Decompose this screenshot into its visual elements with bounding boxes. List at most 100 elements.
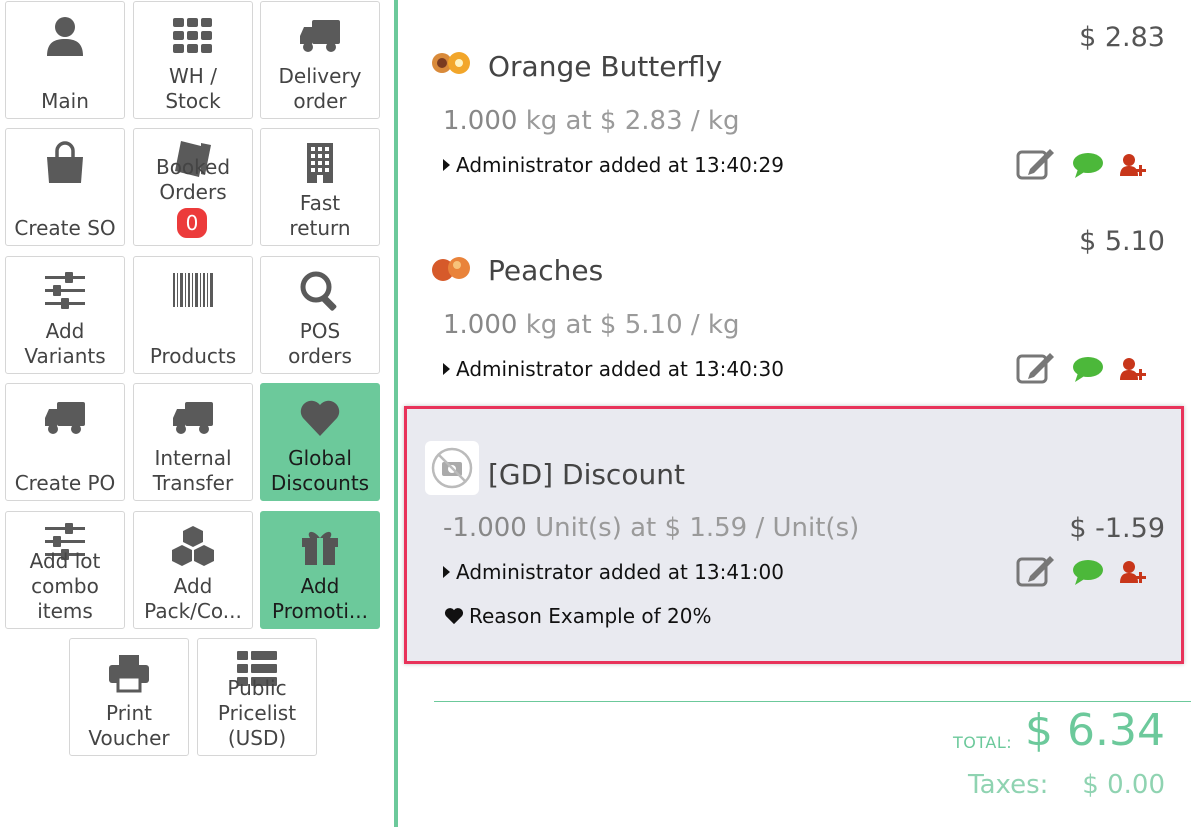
line-added-info[interactable]: Administrator added at 13:40:30 (443, 357, 784, 381)
product-thumbnail (428, 245, 474, 291)
cubes-icon (134, 522, 252, 570)
create-po-button[interactable]: Create PO (5, 383, 125, 501)
caret-right-icon (443, 363, 450, 375)
added-text: Administrator added at 13:41:00 (456, 560, 784, 584)
line-actions (1016, 351, 1156, 387)
add-variants-button[interactable]: Add Variants (5, 256, 125, 374)
product-name: Orange Butterfly (488, 50, 723, 83)
assign-user-icon[interactable] (1120, 357, 1148, 385)
shopping-bag-icon (6, 139, 124, 187)
search-icon (261, 267, 379, 315)
delivery-order-button[interactable]: Delivery order (260, 1, 380, 119)
totals-separator (434, 701, 1191, 702)
line-actions (1016, 554, 1156, 590)
assign-user-icon[interactable] (1120, 560, 1148, 588)
qty-value: 1.000 (443, 310, 518, 340)
booked-orders-count-badge: 0 (175, 206, 209, 240)
fast-return-button[interactable]: Fast return (260, 128, 380, 246)
qty-unit-price: Unit(s) at $ 1.59 / Unit(s) (526, 513, 860, 543)
public-pricelist-label: Public Pricelist (USD) (217, 676, 297, 750)
main-label: Main (41, 89, 89, 113)
truck-icon (261, 12, 379, 60)
building-icon (261, 139, 379, 187)
global-discounts-label: Global Discounts (270, 446, 370, 495)
line-quantity: 1.000 kg at $ 2.83 / kg (443, 106, 739, 136)
print-voucher-label: Print Voucher (88, 701, 170, 750)
main-button[interactable]: Main (5, 1, 125, 119)
create-po-label: Create PO (14, 471, 116, 495)
booked-orders-label: Booked Orders (155, 155, 231, 204)
order-panel: Orange Butterfly $ 2.83 1.000 kg at $ 2.… (398, 0, 1191, 827)
print-voucher-button[interactable]: Print Voucher (69, 638, 189, 756)
wh-stock-label: WH / Stock (165, 64, 221, 113)
comment-icon[interactable] (1072, 355, 1104, 387)
add-pack-button[interactable]: Add Pack/Co... (133, 511, 253, 629)
add-promotion-button[interactable]: Add Promoti... (260, 511, 380, 629)
products-label: Products (149, 344, 237, 368)
line-added-info[interactable]: Administrator added at 13:41:00 (443, 560, 784, 584)
total-label: TOTAL: (953, 733, 1013, 752)
order-line[interactable]: Orange Butterfly $ 2.83 1.000 kg at $ 2.… (398, 0, 1191, 200)
create-so-label: Create SO (14, 216, 116, 240)
public-pricelist-button[interactable]: Public Pricelist (USD) (197, 638, 317, 756)
grid-icon (134, 12, 252, 60)
wh-stock-button[interactable]: WH / Stock (133, 1, 253, 119)
line-added-info[interactable]: Administrator added at 13:40:29 (443, 153, 784, 177)
edit-icon[interactable] (1016, 554, 1056, 592)
heart-icon (444, 608, 464, 625)
sliders-icon (6, 267, 124, 315)
line-actions (1016, 147, 1156, 183)
action-button-grid: Main WH / Stock Delivery order Create SO… (0, 0, 394, 827)
edit-icon[interactable] (1016, 351, 1056, 389)
qty-value: 1.000 (443, 106, 518, 136)
product-thumbnail (428, 40, 474, 86)
discount-reason: Reason Example of 20% (443, 604, 711, 628)
qty-unit-price: kg at $ 5.10 / kg (517, 310, 740, 340)
caret-right-icon (443, 159, 450, 171)
pos-orders-label: POS orders (288, 319, 352, 368)
no-image-icon (425, 441, 479, 495)
delivery-order-label: Delivery order (278, 64, 362, 113)
create-so-button[interactable]: Create SO (5, 128, 125, 246)
reason-text: Reason Example of 20% (469, 604, 712, 628)
pos-orders-button[interactable]: POS orders (260, 256, 380, 374)
truck-icon (134, 394, 252, 442)
line-price: $ -1.59 (1069, 513, 1165, 544)
comment-icon[interactable] (1072, 558, 1104, 590)
products-button[interactable]: Products (133, 256, 253, 374)
fast-return-label: Fast return (289, 191, 351, 240)
printer-icon (70, 649, 188, 697)
edit-icon[interactable] (1016, 147, 1056, 185)
heart-icon (261, 394, 379, 442)
total-value: $ 6.34 (1025, 705, 1165, 756)
add-promotion-label: Add Promoti... (272, 574, 368, 623)
global-discounts-button[interactable]: Global Discounts (260, 383, 380, 501)
add-variants-label: Add Variants (24, 319, 106, 368)
internal-transfer-button[interactable]: Internal Transfer (133, 383, 253, 501)
comment-icon[interactable] (1072, 151, 1104, 183)
line-quantity: 1.000 kg at $ 5.10 / kg (443, 310, 739, 340)
caret-right-icon (443, 566, 450, 578)
add-lot-combo-button[interactable]: Add lot combo items (5, 511, 125, 629)
order-line-selected[interactable]: [GD] Discount -1.000 Unit(s) at $ 1.59 /… (398, 400, 1191, 670)
user-icon (6, 12, 124, 60)
truck-icon (6, 394, 124, 442)
add-pack-label: Add Pack/Co... (144, 574, 242, 623)
line-quantity: -1.000 Unit(s) at $ 1.59 / Unit(s) (443, 513, 859, 543)
added-text: Administrator added at 13:40:30 (456, 357, 784, 381)
qty-value: -1.000 (443, 513, 527, 543)
gift-icon (261, 522, 379, 570)
internal-transfer-label: Internal Transfer (152, 446, 234, 495)
assign-user-icon[interactable] (1120, 153, 1148, 181)
product-name: Peaches (488, 254, 604, 287)
qty-unit-price: kg at $ 2.83 / kg (517, 106, 740, 136)
added-text: Administrator added at 13:40:29 (456, 153, 784, 177)
order-line[interactable]: Peaches $ 5.10 1.000 kg at $ 5.10 / kg A… (398, 200, 1191, 400)
line-price: $ 5.10 (1079, 226, 1165, 257)
add-lot-combo-label: Add lot combo items (29, 549, 101, 623)
taxes-value: $ 0.00 (1082, 770, 1165, 800)
line-price: $ 2.83 (1079, 22, 1165, 53)
barcode-icon (134, 267, 252, 315)
taxes-label: Taxes: (968, 770, 1049, 800)
product-name: [GD] Discount (488, 458, 685, 491)
